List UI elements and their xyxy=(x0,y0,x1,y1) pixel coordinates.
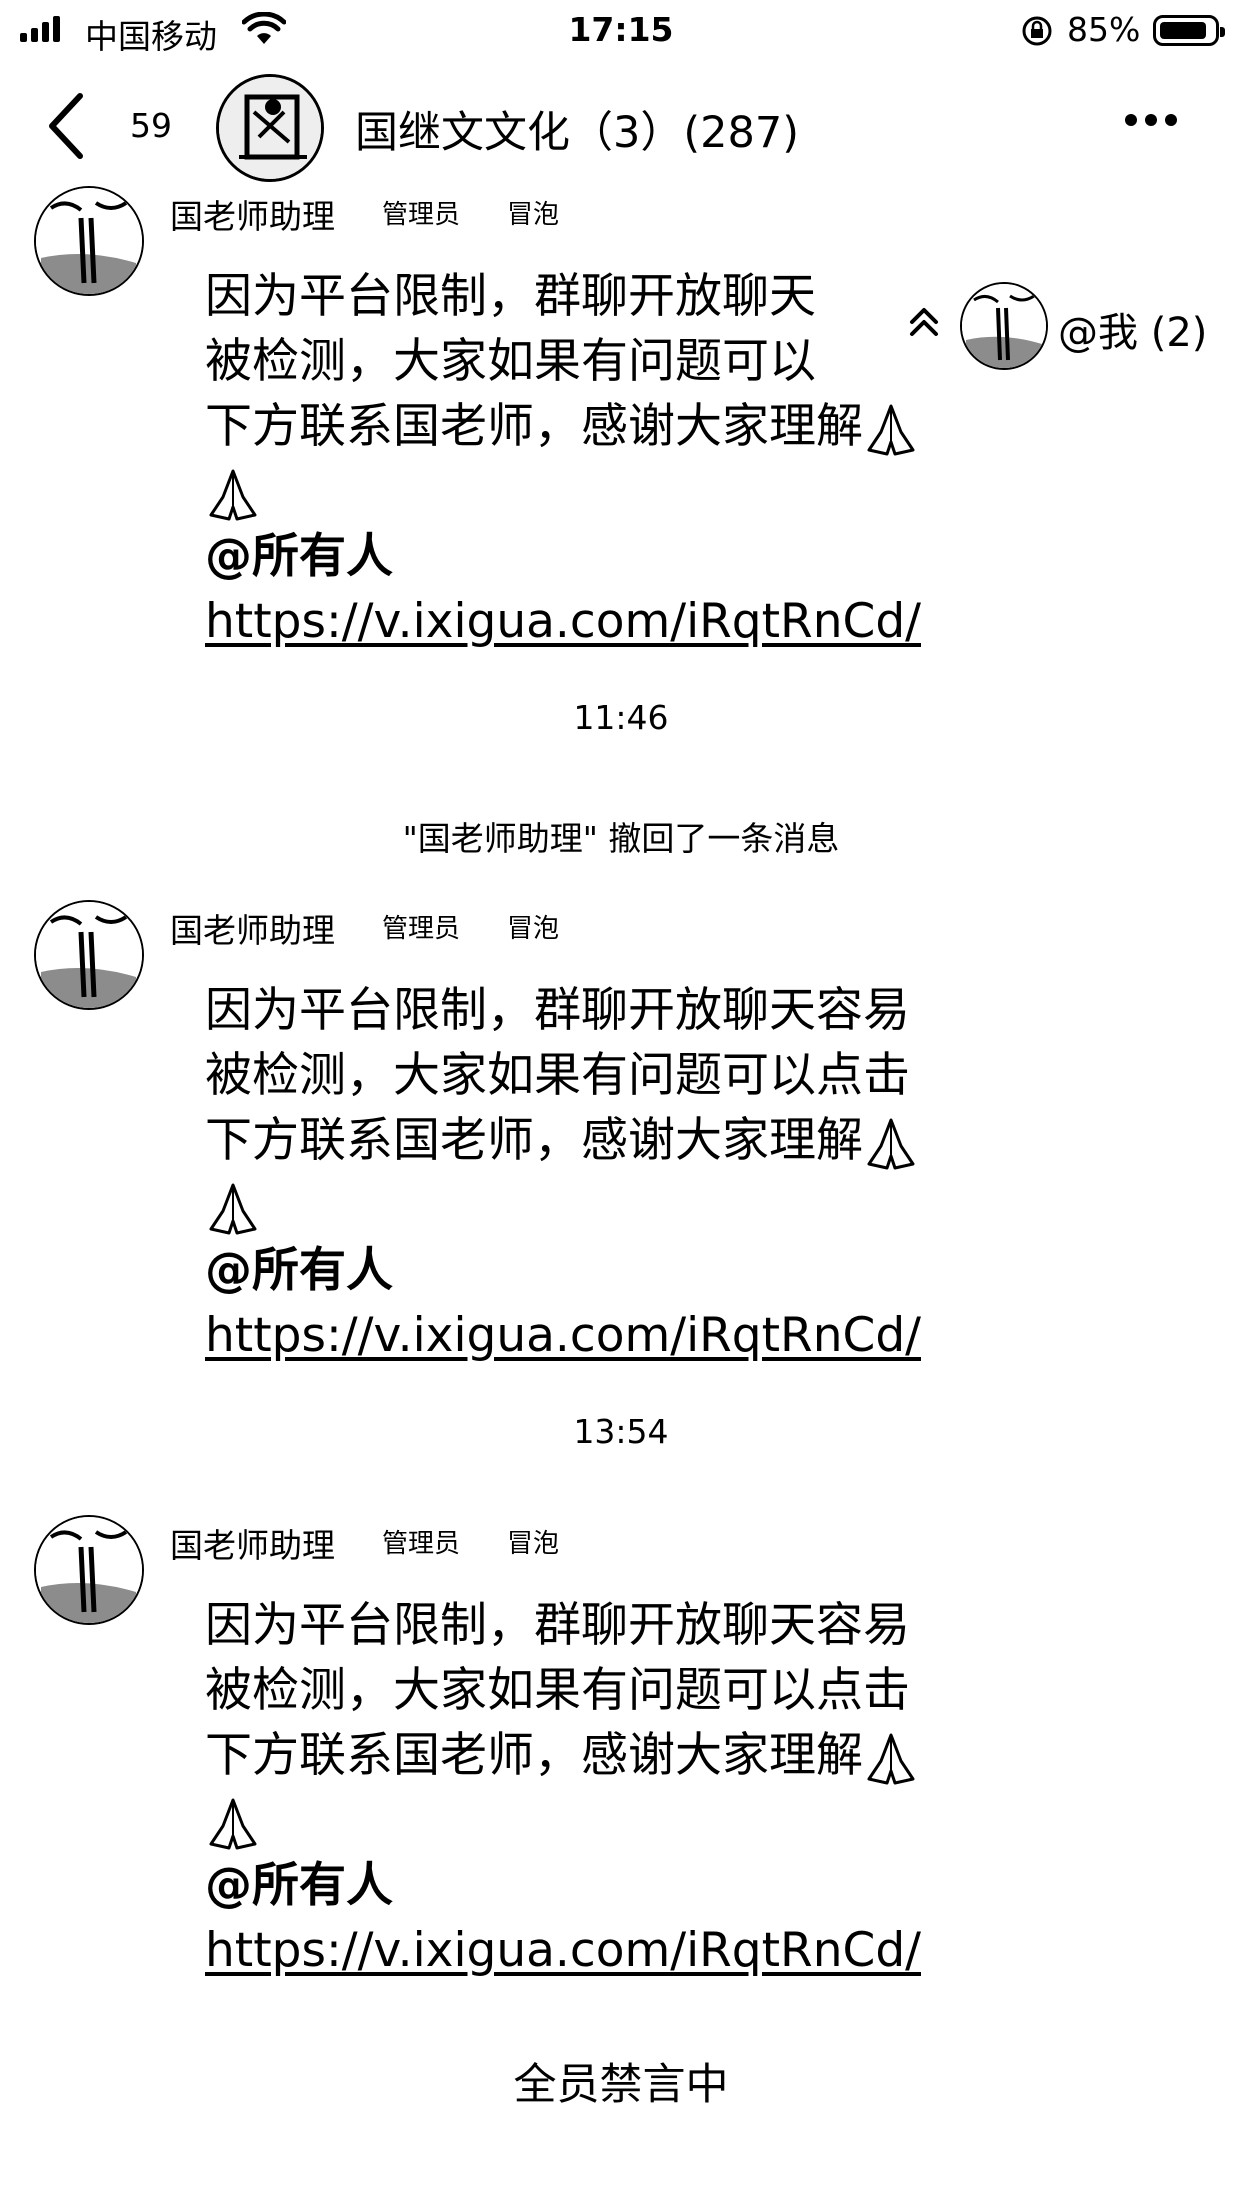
group-title[interactable]: 国继文文化（3）(287) xyxy=(355,98,799,160)
unread-count: 59 xyxy=(130,106,172,145)
mention-me-label: @我 (2) xyxy=(1058,310,1208,356)
sender-avatar[interactable] xyxy=(34,1515,144,1625)
chat-header: 59 国继文文化（3）(287) xyxy=(0,62,1242,190)
timestamp: 11:46 xyxy=(573,698,669,737)
sender-name: 国老师助理 xyxy=(170,1526,335,1565)
sender-avatar[interactable] xyxy=(34,186,144,296)
message-line: 因为平台限制，群聊开放聊天容易 xyxy=(205,983,910,1038)
sender-name: 国老师助理 xyxy=(170,197,335,236)
message-line: 被检测，大家如果有问题可以点击 xyxy=(205,1663,910,1718)
message-line-text: 下方联系国老师，感谢大家理解 xyxy=(205,1113,863,1168)
mention-all[interactable]: @所有人 xyxy=(205,1238,1025,1303)
activity-badge: 冒泡 xyxy=(507,200,560,230)
battery-percentage: 85% xyxy=(1067,10,1141,49)
admin-badge: 管理员 xyxy=(382,1529,461,1559)
message-line-text: 下方联系国老师，感谢大家理解 xyxy=(205,1728,863,1783)
avatar-image-icon xyxy=(962,284,1046,368)
praying-hands-icon xyxy=(209,1183,257,1234)
message-line xyxy=(205,459,1025,524)
more-options-icon[interactable] xyxy=(1125,114,1177,126)
admin-badge: 管理员 xyxy=(382,200,461,230)
activity-badge: 冒泡 xyxy=(507,914,560,944)
message-line xyxy=(205,1788,1025,1853)
message-line: 下方联系国老师，感谢大家理解 xyxy=(205,1108,1025,1173)
activity-badge: 冒泡 xyxy=(507,1529,560,1559)
mention-avatar xyxy=(960,282,1048,370)
timestamp: 13:54 xyxy=(573,1412,669,1451)
praying-hands-icon xyxy=(867,404,915,455)
sender-name: 国老师助理 xyxy=(170,911,335,950)
praying-hands-icon xyxy=(209,469,257,520)
message-link[interactable]: https://v.ixigua.com/iRqtRnCd/ xyxy=(205,1303,1025,1368)
message-line: 下方联系国老师，感谢大家理解 xyxy=(205,394,1025,459)
message-link[interactable]: https://v.ixigua.com/iRqtRnCd/ xyxy=(205,589,1025,654)
admin-badge: 管理员 xyxy=(382,914,461,944)
message-line-text: 下方联系国老师，感谢大家理解 xyxy=(205,399,863,454)
avatar-image-icon xyxy=(36,188,142,294)
message-line xyxy=(205,1173,1025,1238)
message-text[interactable]: 因为平台限制，群聊开放聊天容易 被检测，大家如果有问题可以点击 下方联系国老师，… xyxy=(205,1593,1025,1983)
message-link[interactable]: https://v.ixigua.com/iRqtRnCd/ xyxy=(205,1918,1025,1983)
status-bar: 中国移动 17:15 85% xyxy=(0,0,1242,62)
orientation-lock-icon xyxy=(1022,16,1052,46)
all-muted-notice: 全员禁言中 xyxy=(513,2060,729,2110)
message-line: 下方联系国老师，感谢大家理解 xyxy=(205,1723,1025,1788)
battery-icon xyxy=(1153,15,1225,46)
avatar-image-icon xyxy=(36,1517,142,1623)
group-avatar-icon xyxy=(219,77,321,179)
mention-me-chip[interactable]: @我 (2) xyxy=(890,270,1242,380)
recall-notice: "国老师助理" 撤回了一条消息 xyxy=(402,819,840,858)
mention-all[interactable]: @所有人 xyxy=(205,524,1025,589)
sender-avatar[interactable] xyxy=(34,900,144,1010)
avatar-image-icon xyxy=(36,902,142,1008)
mention-all[interactable]: @所有人 xyxy=(205,1853,1025,1918)
double-chevron-up-icon xyxy=(910,308,938,336)
message-text[interactable]: 因为平台限制，群聊开放聊天容易 被检测，大家如果有问题可以点击 下方联系国老师，… xyxy=(205,978,1025,1368)
message-line: 被检测，大家如果有问题可以点击 xyxy=(205,1048,910,1103)
group-avatar[interactable] xyxy=(216,74,324,182)
praying-hands-icon xyxy=(867,1733,915,1784)
message-line: 因为平台限制，群聊开放聊天容易 xyxy=(205,1598,910,1653)
praying-hands-icon xyxy=(209,1798,257,1849)
praying-hands-icon xyxy=(867,1118,915,1169)
status-time: 17:15 xyxy=(568,10,674,49)
